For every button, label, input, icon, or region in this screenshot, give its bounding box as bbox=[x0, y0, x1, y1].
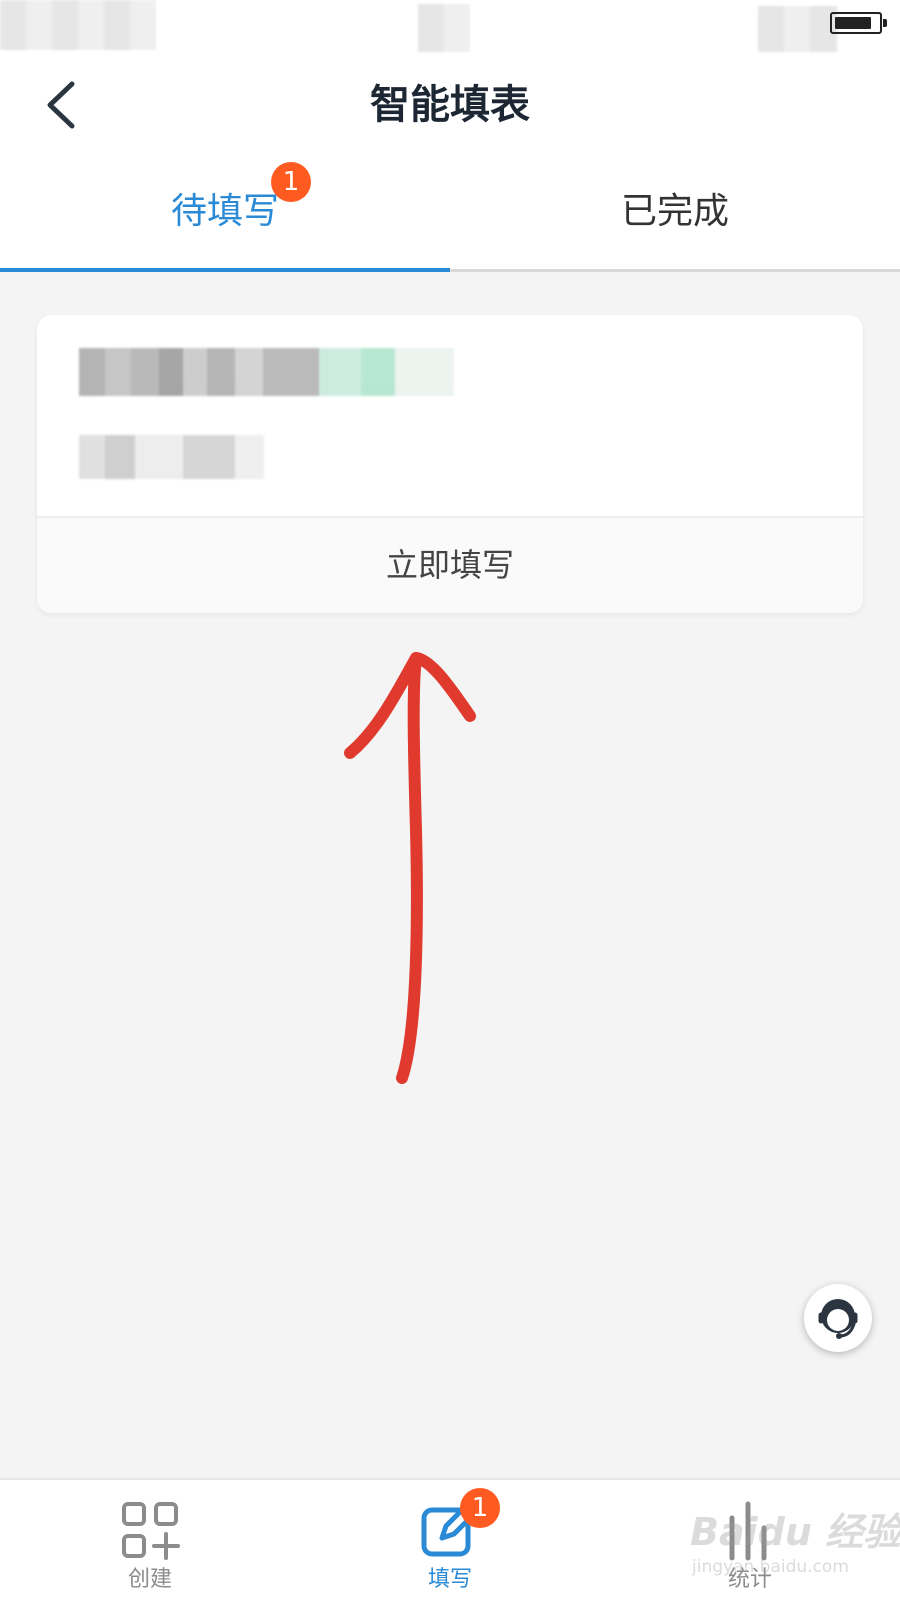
bottom-nav-stats[interactable]: 统计 bbox=[600, 1480, 900, 1600]
tab-completed-label: 已完成 bbox=[620, 191, 729, 232]
form-card: 立即填写 bbox=[37, 315, 863, 613]
fill-now-button[interactable]: 立即填写 bbox=[37, 518, 863, 613]
header: 智能填表 bbox=[0, 60, 900, 150]
bottom-nav-create-label: 创建 bbox=[127, 1567, 172, 1592]
tab-pending[interactable]: 待填写 1 bbox=[0, 150, 450, 272]
battery-level bbox=[835, 17, 871, 29]
tab-bar: 待填写 1 已完成 bbox=[0, 150, 900, 272]
form-card-body[interactable] bbox=[37, 315, 863, 516]
pending-count-badge: 1 bbox=[271, 162, 311, 202]
customer-service-button[interactable] bbox=[804, 1284, 872, 1352]
fill-count-badge: 1 bbox=[460, 1488, 500, 1528]
customer-service-icon bbox=[818, 1299, 858, 1339]
active-tab-indicator bbox=[0, 268, 450, 272]
status-bar bbox=[0, 0, 900, 60]
bottom-nav-stats-label: 统计 bbox=[727, 1567, 772, 1592]
bottom-nav-fill-label: 填写 bbox=[427, 1567, 472, 1592]
form-title-redacted bbox=[79, 348, 454, 396]
form-subtitle-redacted bbox=[79, 435, 264, 479]
grid-plus-icon bbox=[122, 1502, 180, 1560]
status-left-blur bbox=[0, 0, 156, 50]
status-right-blur bbox=[758, 6, 838, 52]
annotation-arrow bbox=[344, 652, 476, 1084]
page-title: 智能填表 bbox=[370, 82, 530, 128]
status-center-blur bbox=[418, 4, 470, 52]
bottom-nav-fill[interactable]: 1 填写 bbox=[300, 1480, 600, 1600]
annotation-arrow-shaft bbox=[396, 652, 423, 1084]
bar-chart-icon bbox=[729, 1501, 767, 1561]
bottom-nav: 创建 1 填写 统计 bbox=[0, 1478, 900, 1600]
tab-pending-label: 待填写 bbox=[170, 191, 279, 232]
tab-completed[interactable]: 已完成 bbox=[450, 150, 900, 269]
bottom-nav-create[interactable]: 创建 bbox=[0, 1480, 300, 1600]
battery-icon bbox=[830, 12, 887, 34]
tab-pending-label-wrap: 待填写 1 bbox=[170, 162, 311, 234]
